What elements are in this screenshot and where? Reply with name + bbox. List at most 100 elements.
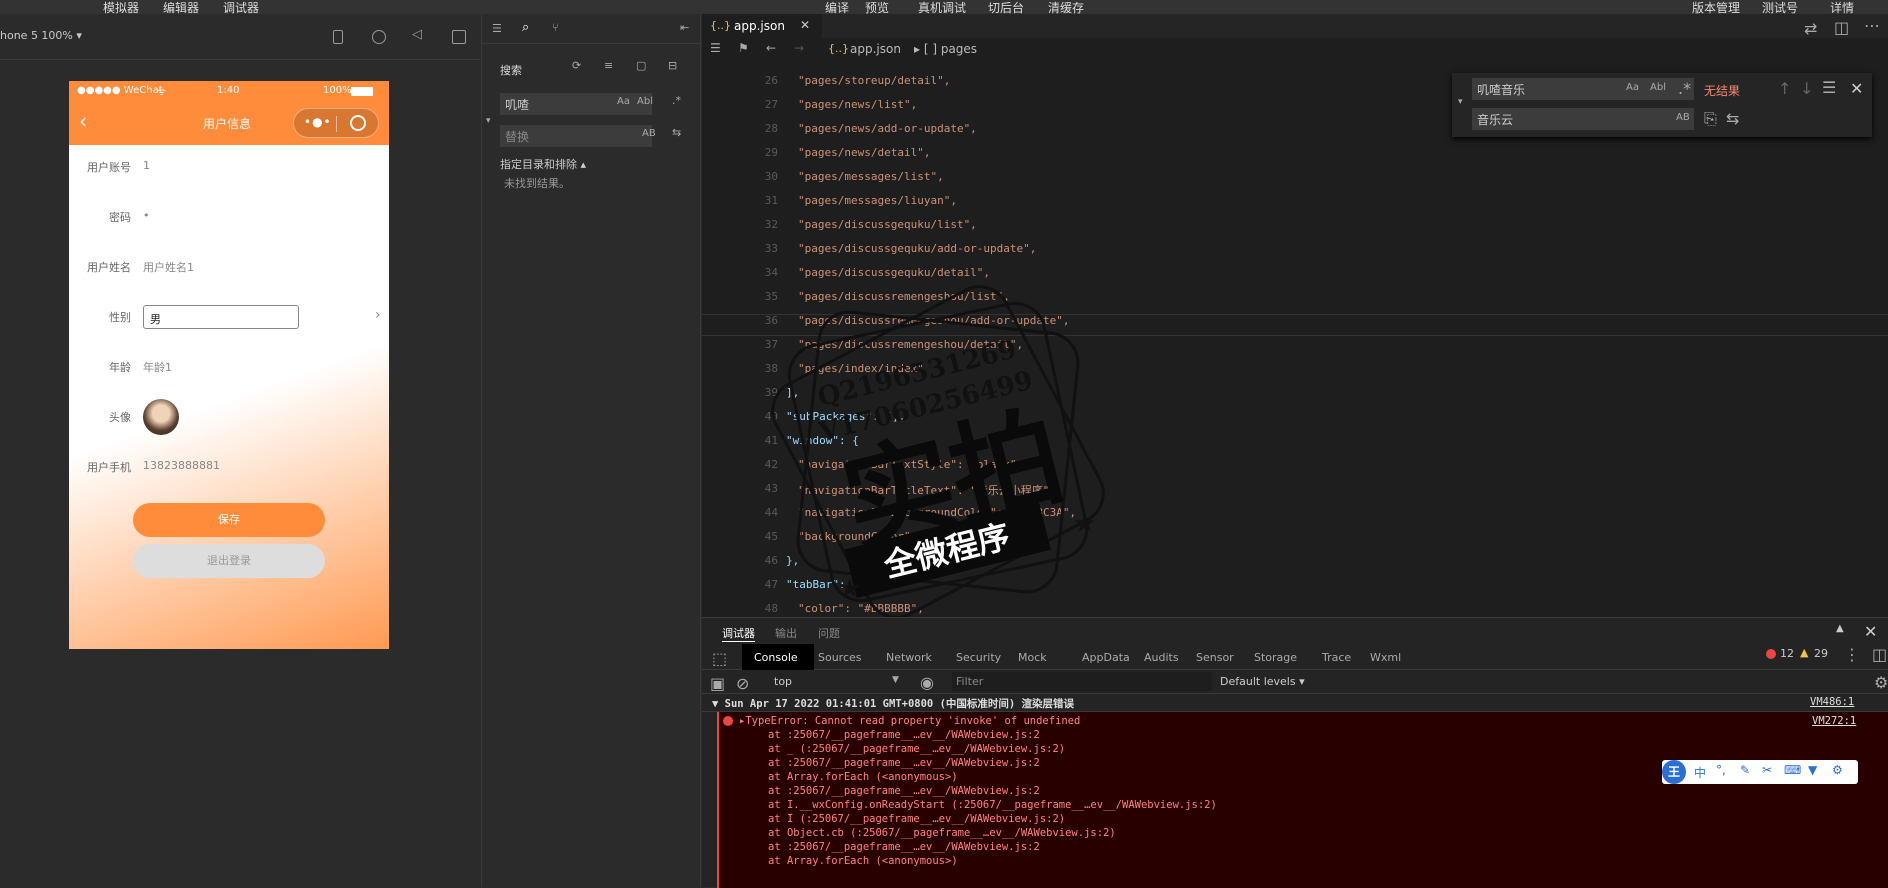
stack-frame[interactable]: at :25067/__pageframe__…ev__/WAWebview.j… (768, 785, 1040, 797)
error-source[interactable]: VM272:1 (1812, 715, 1856, 727)
code-line[interactable]: }, (786, 554, 799, 567)
ime-logo[interactable]: 王 (1662, 760, 1686, 784)
whole-word-icon[interactable]: Abl (1650, 82, 1666, 93)
code-line[interactable]: "color": "#BBBBBB", (798, 602, 924, 615)
stack-frame[interactable]: at :25067/__pageframe__…ev__/WAWebview.j… (768, 757, 1040, 769)
code-line[interactable]: "pages/storeup/detail", (798, 74, 950, 87)
eye-icon[interactable]: ◉ (920, 673, 934, 692)
devtools-tab-trace[interactable]: Trace (1322, 651, 1351, 664)
stack-frame[interactable]: at _ (:25067/__pageframe__…ev__/WAWebvie… (768, 743, 1065, 755)
close-find-icon[interactable]: ✕ (1850, 79, 1863, 98)
back-arrow-icon[interactable]: ‹ (79, 109, 87, 133)
capsule-menu[interactable]: •●• (293, 108, 379, 138)
code-line[interactable]: "pages/news/add-or-update", (798, 122, 977, 135)
chevron-down-icon[interactable]: ▼ (892, 675, 899, 685)
devtools-tab-sensor[interactable]: Sensor (1196, 651, 1234, 664)
code-line[interactable]: "navigationBarTextStyle": "black", (798, 458, 1023, 471)
pen-icon[interactable]: ✎ (1740, 763, 1750, 777)
replace-field[interactable]: 音乐云 (1472, 108, 1694, 130)
bookmark-icon[interactable]: ⚑ (738, 41, 749, 55)
breadcrumb-path[interactable]: ▸ [ ] pages (914, 42, 977, 56)
stack-frame[interactable]: at Array.forEach (<anonymous>) (768, 771, 958, 783)
toggle-replace-chevron-icon[interactable]: ▾ (486, 116, 491, 126)
stack-frame[interactable]: at Array.forEach (<anonymous>) (768, 855, 958, 867)
log-levels-selector[interactable]: Default levels ▾ (1220, 675, 1305, 688)
avatar[interactable] (143, 399, 179, 435)
code-line[interactable]: "pages/index/index" (798, 362, 924, 375)
stack-frame[interactable]: at I.__wxConfig.onReadyStart (:25067/__p… (768, 799, 1217, 811)
log-group-source[interactable]: VM486:1 (1810, 696, 1854, 708)
code-line[interactable]: "tabBar": { (786, 578, 859, 591)
close-miniprogram-icon[interactable] (350, 115, 366, 131)
more-dots-icon[interactable]: •●• (304, 115, 332, 129)
context-selector[interactable]: top (774, 675, 792, 688)
find-in-selection-icon[interactable]: ☰ (1822, 78, 1836, 97)
devtools-tab-storage[interactable]: Storage (1254, 651, 1297, 664)
console-filter-input[interactable]: Filter (952, 672, 1212, 691)
code-line[interactable]: ], (786, 386, 799, 399)
code-line[interactable]: "pages/discussgequku/detail", (798, 266, 990, 279)
chevron-right-icon[interactable]: › (375, 307, 381, 323)
tab-app-json[interactable]: {..} app.json ✕ (702, 14, 822, 38)
devtools-tab-appdata[interactable]: AppData (1082, 651, 1130, 664)
ime-mode[interactable]: 中 (1694, 764, 1706, 781)
list-icon[interactable]: ☰ (492, 22, 502, 35)
logout-button[interactable]: 退出登录 (133, 544, 325, 578)
log-group-header[interactable]: ▼ Sun Apr 17 2022 01:41:01 GMT+0800 (中国标… (702, 694, 1888, 712)
refresh-icon[interactable]: ⟳ (572, 59, 581, 72)
collapse-panel-icon[interactable]: ⇤ (680, 21, 689, 34)
previous-match-icon[interactable]: ↑ (1778, 79, 1791, 98)
punct-icon[interactable]: °, (1716, 763, 1726, 777)
more-actions-icon[interactable]: ⋯ (1864, 16, 1880, 35)
close-tab-icon[interactable]: ✕ (800, 18, 810, 32)
code-line[interactable]: "pages/discussgequku/add-or-update", (798, 242, 1036, 255)
maximize-icon[interactable]: ▲ (1836, 623, 1844, 634)
replace-all-icon[interactable]: ⇆ (1726, 109, 1739, 128)
volume-icon[interactable]: ◁ (412, 27, 422, 42)
next-match-icon[interactable]: ↓ (1800, 79, 1813, 98)
console-settings-icon[interactable]: ⚙ (1874, 673, 1888, 692)
stack-frame[interactable]: at I (:25067/__pageframe__…ev__/WAWebvie… (768, 813, 1065, 825)
tab-debugger[interactable]: 调试器 (722, 625, 755, 642)
search-icon[interactable]: ⌕ (522, 20, 529, 35)
collapse-all-icon[interactable]: ⊟ (668, 59, 677, 72)
back-arrow-icon[interactable]: ← (766, 41, 776, 55)
dock-icon[interactable]: ◫ (1872, 645, 1887, 664)
tab-problems[interactable]: 问题 (818, 625, 840, 641)
settings-gear-icon[interactable]: ⚙ (1832, 763, 1843, 777)
code-line[interactable]: "backgroundColor": "#FFFFFF" (798, 530, 983, 543)
inspect-icon[interactable]: ⬚ (712, 649, 727, 668)
replace-one-icon[interactable]: ⎘ (1704, 109, 1717, 129)
code-line[interactable]: "navigationBarTitleText": "音乐云小程序", (798, 482, 1056, 498)
sidebar-toggle-icon[interactable]: ▣ (710, 674, 725, 693)
code-line[interactable]: "pages/discussremengeshou/add-or-update"… (798, 314, 1070, 327)
record-icon[interactable] (372, 30, 386, 44)
save-button[interactable]: 保存 (133, 503, 325, 537)
gender-picker[interactable]: 男 (143, 305, 299, 329)
preserve-case-icon[interactable]: AB (1676, 112, 1690, 123)
replace-input[interactable]: 替换 (500, 125, 652, 147)
tab-output[interactable]: 输出 (775, 625, 797, 641)
split-editor-icon[interactable]: ◫ (1834, 18, 1849, 37)
error-message[interactable]: ▸TypeError: Cannot read property 'invoke… (739, 715, 1080, 727)
new-search-editor-icon[interactable]: ▢ (636, 59, 646, 72)
code-line[interactable]: "navigationBarBackgroundColor": "#FF8C3A… (798, 506, 1076, 519)
forward-arrow-icon[interactable]: → (794, 41, 804, 55)
include-exclude-toggle[interactable]: 指定目录和排除 ▴ (500, 156, 586, 172)
stack-frame[interactable]: at :25067/__pageframe__…ev__/WAWebview.j… (768, 841, 1040, 853)
code-line[interactable]: "subPackages": [], (786, 410, 905, 423)
keyboard-icon[interactable]: ⌨ (1784, 763, 1801, 777)
code-line[interactable]: "pages/messages/liuyan", (798, 194, 957, 207)
device-selector[interactable]: hone 5 100% ▾ (0, 29, 82, 42)
preserve-case-icon[interactable]: AB (642, 128, 656, 139)
code-line[interactable]: "pages/discussremengeshou/list", (798, 290, 1010, 303)
devtools-tab-sources[interactable]: Sources (818, 651, 862, 664)
code-line[interactable]: "window": { (786, 434, 859, 447)
name-field[interactable]: 用户姓名1 (143, 259, 194, 275)
code-line[interactable]: "pages/news/list", (798, 98, 917, 111)
code-line[interactable]: "pages/discussremengeshou/detail", (798, 338, 1023, 351)
password-field[interactable]: • (143, 209, 150, 222)
regex-icon[interactable]: .* (672, 94, 681, 107)
match-case-icon[interactable]: Aa (1626, 82, 1639, 93)
window-icon[interactable] (452, 30, 466, 44)
